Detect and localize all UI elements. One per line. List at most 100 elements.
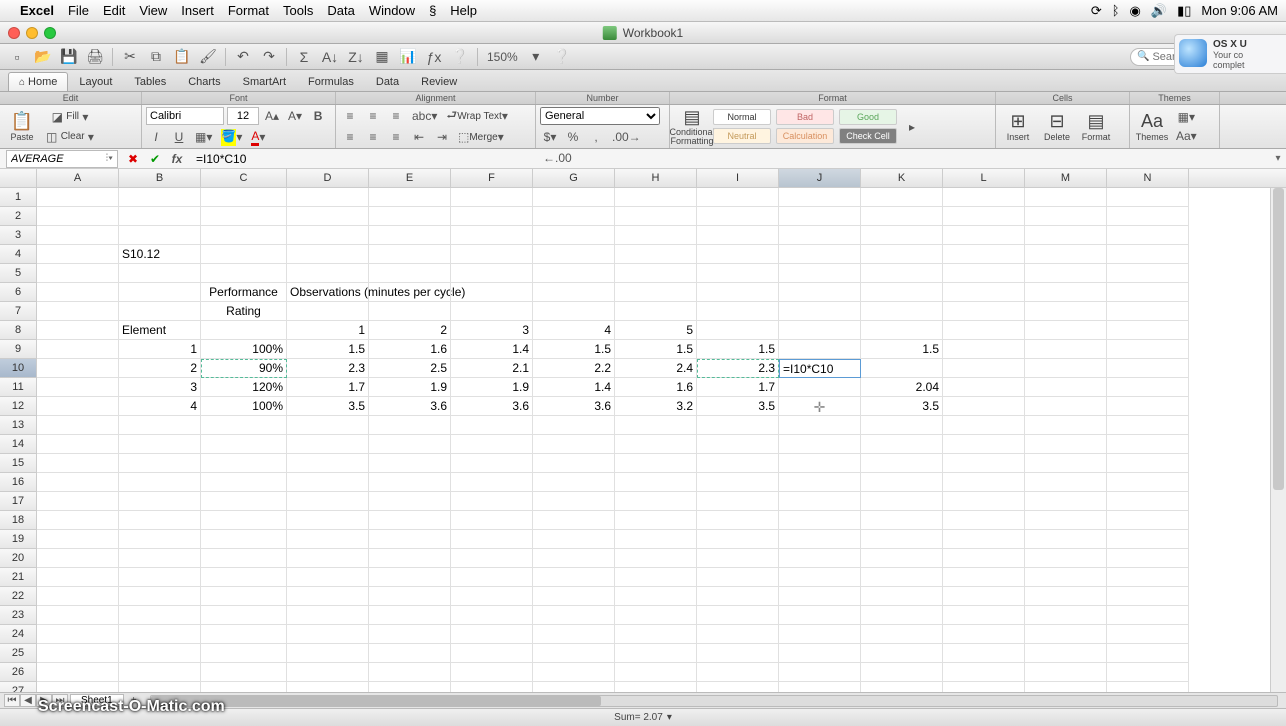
sort-desc-button[interactable]: Z↓ [345, 47, 367, 67]
cell[interactable] [697, 302, 779, 321]
cell[interactable] [1107, 397, 1189, 416]
cell[interactable] [697, 606, 779, 625]
cell[interactable] [861, 644, 943, 663]
cell[interactable] [1025, 587, 1107, 606]
cell[interactable] [201, 207, 287, 226]
help-button[interactable]: ❔ [449, 47, 471, 67]
cell[interactable] [369, 625, 451, 644]
cell[interactable] [861, 359, 943, 378]
menu-help[interactable]: Help [450, 3, 477, 18]
cell[interactable] [615, 587, 697, 606]
cell[interactable] [861, 283, 943, 302]
percent-button[interactable]: % [563, 128, 583, 146]
column-header[interactable]: A [37, 169, 119, 187]
cell[interactable] [861, 264, 943, 283]
cell[interactable]: 120% [201, 378, 287, 397]
cell[interactable] [697, 530, 779, 549]
cell[interactable] [861, 435, 943, 454]
cell[interactable] [943, 473, 1025, 492]
cell-style-swatch[interactable]: Check Cell [839, 128, 897, 144]
cell[interactable]: ✛ [779, 397, 861, 416]
cell[interactable] [37, 606, 119, 625]
cell[interactable] [369, 454, 451, 473]
add-sheet-button[interactable]: + [126, 695, 142, 706]
cell[interactable]: 1.4 [533, 378, 615, 397]
cell[interactable] [1025, 568, 1107, 587]
cell[interactable] [615, 283, 697, 302]
cell[interactable] [201, 663, 287, 682]
borders-button[interactable]: ▦▾ [192, 128, 215, 146]
cell[interactable] [943, 245, 1025, 264]
cell[interactable] [697, 264, 779, 283]
cell[interactable] [37, 568, 119, 587]
cell[interactable] [1107, 359, 1189, 378]
cell[interactable] [201, 587, 287, 606]
menu-window[interactable]: Window [369, 3, 415, 18]
cell[interactable] [369, 302, 451, 321]
themes-button[interactable]: AaThemes [1134, 107, 1170, 147]
cell[interactable] [943, 492, 1025, 511]
cell[interactable] [697, 226, 779, 245]
cell[interactable] [451, 644, 533, 663]
cell[interactable] [697, 682, 779, 692]
column-header[interactable]: H [615, 169, 697, 187]
cell[interactable] [1107, 606, 1189, 625]
cell[interactable] [119, 454, 201, 473]
clear-button[interactable]: ◫ Clear ▾ [43, 128, 97, 146]
cell-style-swatch[interactable]: Normal [713, 109, 771, 125]
cell[interactable] [861, 473, 943, 492]
cell[interactable]: 4 [119, 397, 201, 416]
bold-button[interactable]: B [308, 107, 328, 125]
font-size-input[interactable] [227, 107, 259, 125]
name-box-dropdown-icon[interactable]: ⫶▾ [106, 153, 113, 164]
cell[interactable] [1107, 416, 1189, 435]
cell[interactable]: S10.12 [119, 245, 201, 264]
cell[interactable] [533, 302, 615, 321]
vertical-scroll-thumb[interactable] [1273, 188, 1284, 490]
row-header[interactable]: 7 [0, 302, 37, 321]
cell[interactable] [779, 340, 861, 359]
cell[interactable] [37, 587, 119, 606]
cell[interactable] [779, 530, 861, 549]
cell[interactable] [1025, 378, 1107, 397]
cell[interactable] [369, 682, 451, 692]
cell[interactable] [1107, 587, 1189, 606]
cell[interactable] [779, 188, 861, 207]
cell[interactable] [451, 682, 533, 692]
cell[interactable] [533, 416, 615, 435]
cell[interactable] [201, 549, 287, 568]
cell[interactable] [451, 302, 533, 321]
tab-smartart[interactable]: SmartArt [232, 72, 297, 91]
cell[interactable] [287, 625, 369, 644]
cell[interactable] [287, 264, 369, 283]
cell[interactable] [943, 682, 1025, 692]
cell[interactable] [1025, 663, 1107, 682]
align-right-button[interactable]: ≡ [386, 128, 406, 146]
cell[interactable] [533, 264, 615, 283]
cell[interactable] [533, 606, 615, 625]
cell[interactable] [1107, 188, 1189, 207]
cell[interactable] [861, 549, 943, 568]
cell[interactable] [943, 302, 1025, 321]
cell[interactable] [369, 245, 451, 264]
cell[interactable] [1025, 511, 1107, 530]
row-header[interactable]: 20 [0, 549, 37, 568]
cell[interactable] [119, 435, 201, 454]
extra-button[interactable]: ❔ [551, 47, 573, 67]
cell[interactable] [615, 245, 697, 264]
cell[interactable] [1025, 530, 1107, 549]
cell[interactable] [779, 454, 861, 473]
cell[interactable] [37, 226, 119, 245]
cell[interactable]: 1.7 [697, 378, 779, 397]
decrease-indent-button[interactable]: ⇤ [409, 128, 429, 146]
cell[interactable] [37, 511, 119, 530]
formula-cancel-button[interactable]: ✖ [124, 151, 142, 167]
cell[interactable] [287, 606, 369, 625]
cell[interactable] [779, 511, 861, 530]
row-header[interactable]: 24 [0, 625, 37, 644]
cell[interactable] [1025, 321, 1107, 340]
cell[interactable] [451, 568, 533, 587]
cell[interactable] [1025, 264, 1107, 283]
cell[interactable] [943, 226, 1025, 245]
format-cells-button[interactable]: ▤Format [1078, 107, 1114, 147]
